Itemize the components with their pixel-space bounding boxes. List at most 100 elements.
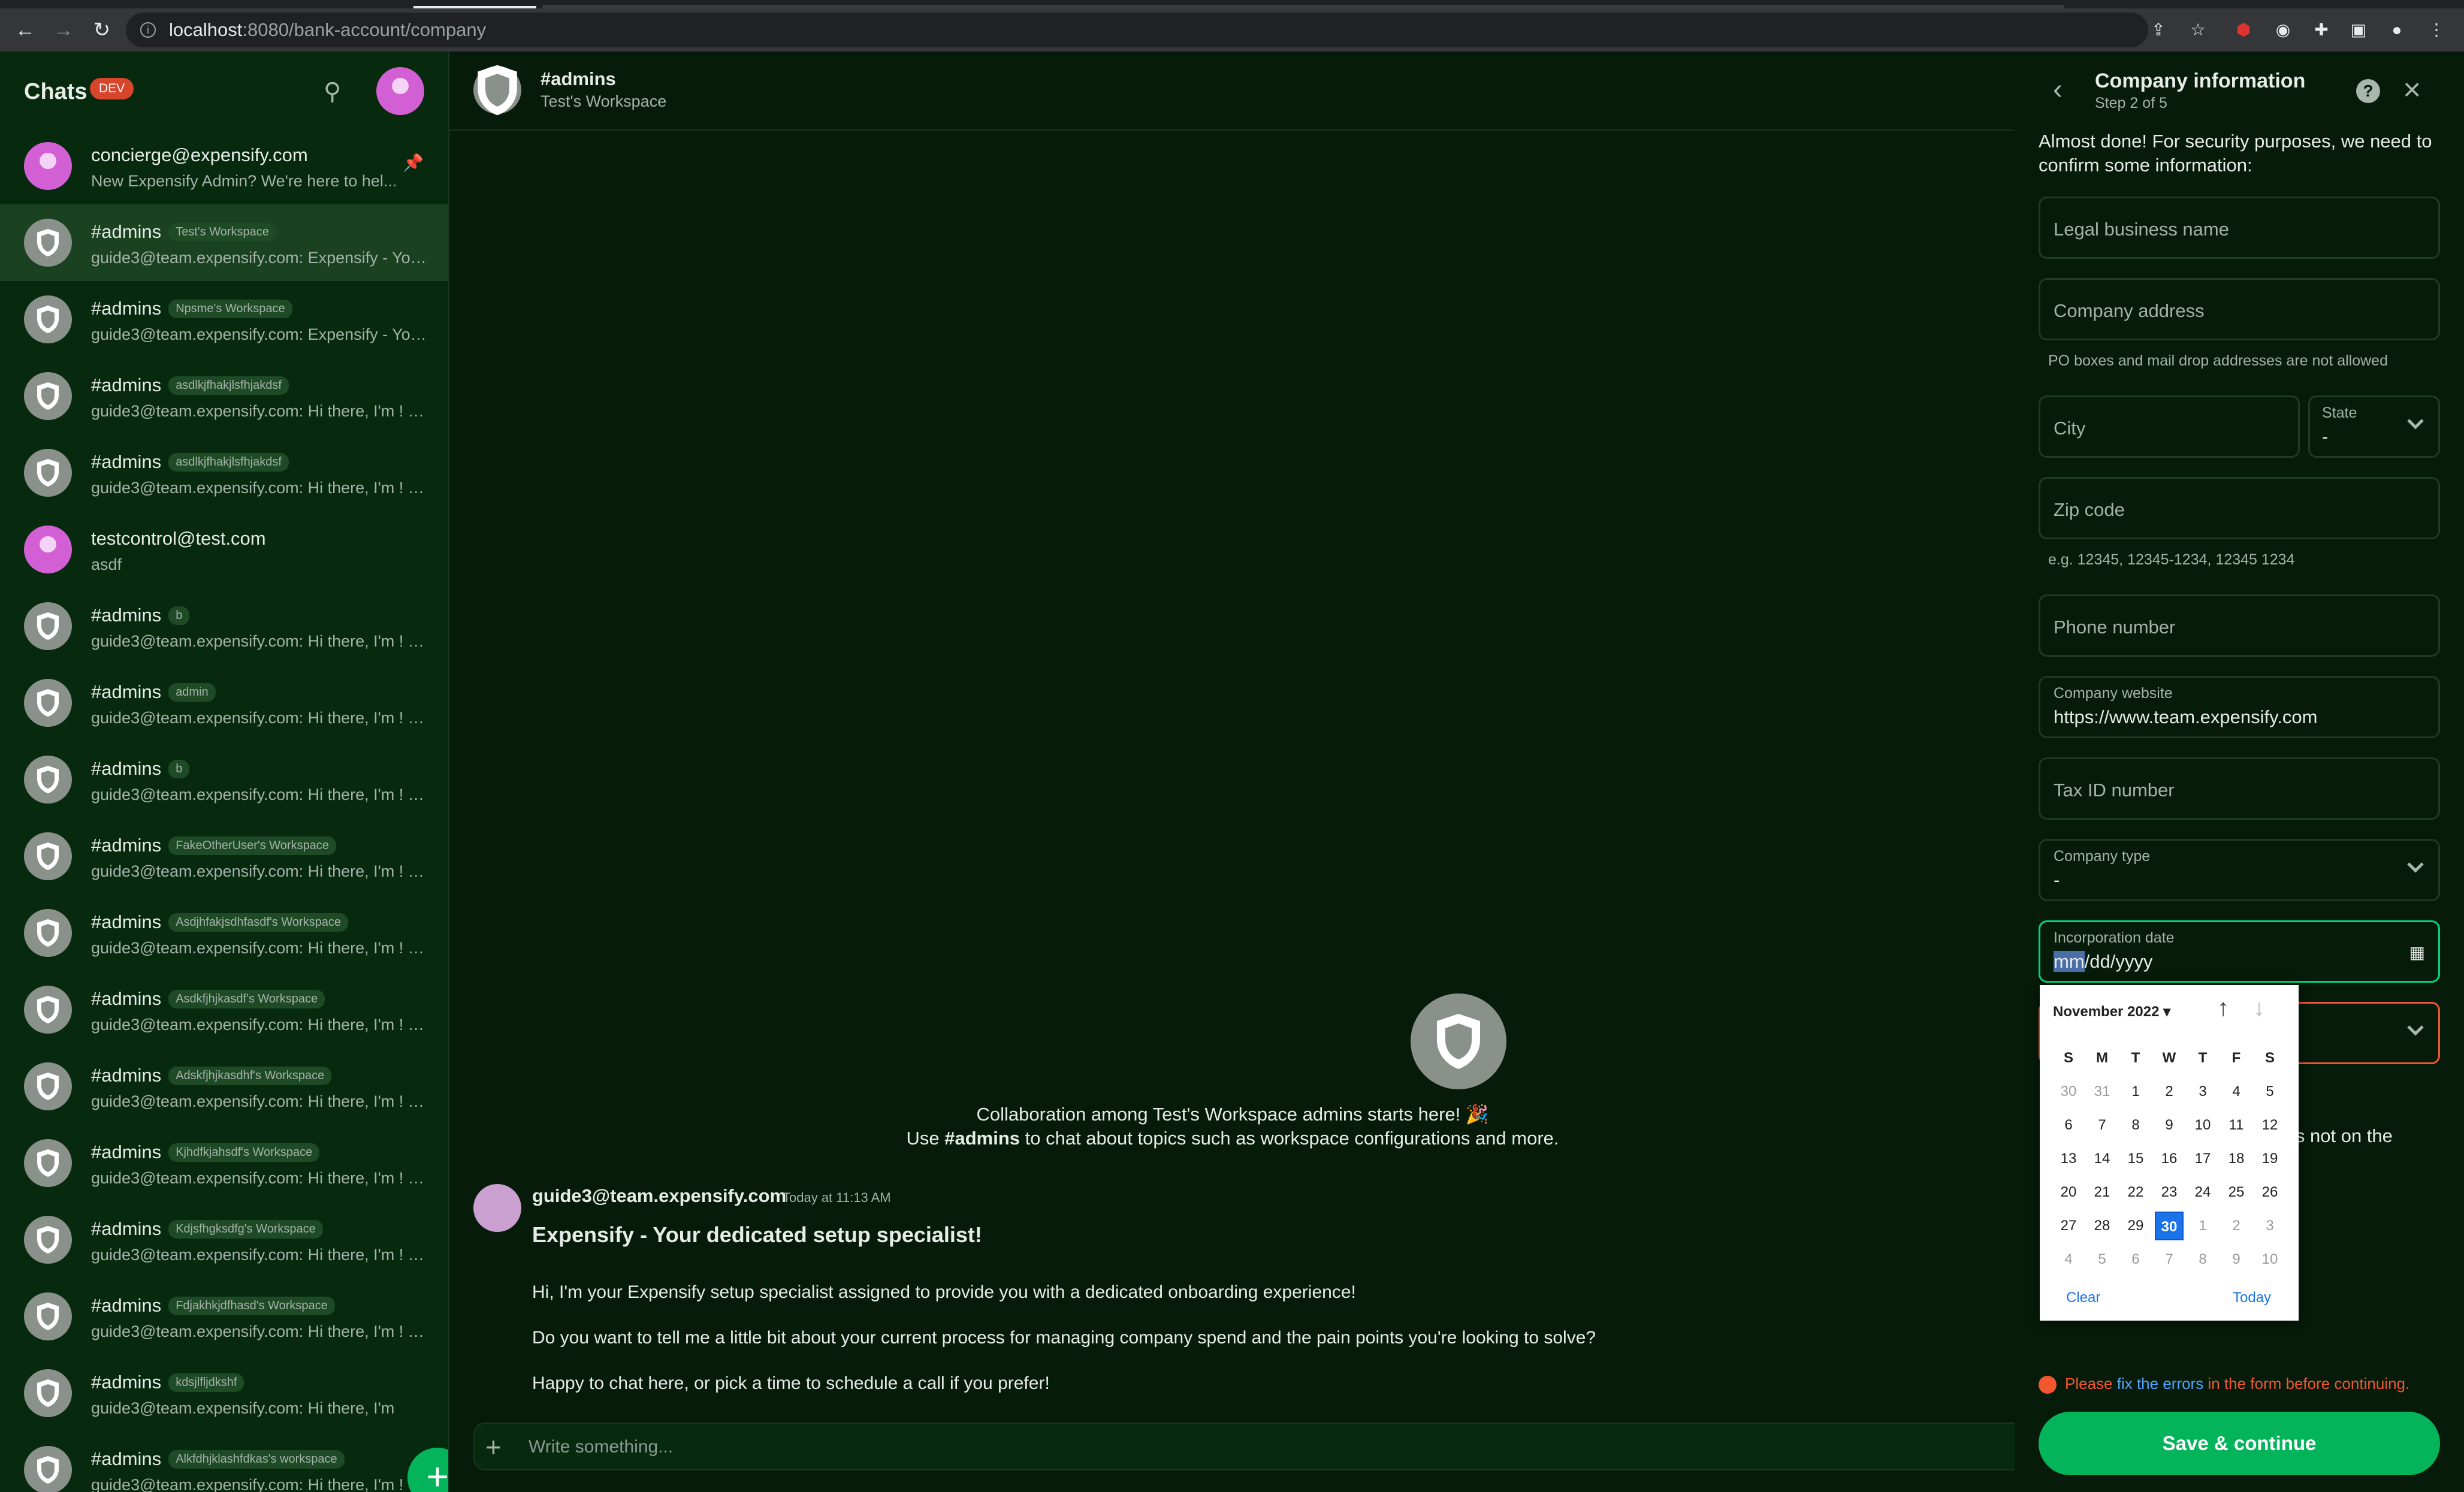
reload-icon[interactable]: ↻ xyxy=(90,18,114,42)
account-avatar[interactable] xyxy=(376,67,424,115)
share-icon[interactable]: ⇪ xyxy=(2146,18,2170,42)
calendar-day[interactable]: 1 xyxy=(2121,1077,2150,1106)
calendar-day[interactable]: 29 xyxy=(2121,1212,2150,1240)
month-year-selector[interactable]: November 2022 ▾ xyxy=(2053,1003,2170,1020)
calendar-day[interactable]: 23 xyxy=(2155,1178,2184,1207)
chat-list-item[interactable]: #admins b guide3@team.expensify.com: Hi th… xyxy=(0,588,448,665)
back-arrow-icon[interactable]: ← xyxy=(13,18,37,42)
room-avatar[interactable] xyxy=(473,65,521,115)
calendar-day[interactable]: 31 xyxy=(2088,1077,2116,1106)
sender-avatar[interactable] xyxy=(473,1184,521,1232)
fix-errors-link[interactable]: fix the errors xyxy=(2117,1375,2204,1393)
browser-menu-icon[interactable]: ⋮ xyxy=(2424,18,2448,42)
chat-list-item[interactable]: #admins kdsjlfljdkshf guide3@team.expensif… xyxy=(0,1355,448,1431)
state-select[interactable]: State - xyxy=(2308,395,2440,458)
calendar-day[interactable]: 19 xyxy=(2255,1144,2284,1173)
company-website-field[interactable]: Company website https://www.team.expensi… xyxy=(2039,676,2440,738)
calendar-day[interactable]: 3 xyxy=(2188,1077,2217,1106)
calendar-day[interactable]: 25 xyxy=(2222,1178,2251,1207)
calendar-day[interactable]: 14 xyxy=(2088,1144,2116,1173)
calendar-day[interactable]: 22 xyxy=(2121,1178,2150,1207)
zip-code-field[interactable]: Zip code xyxy=(2039,477,2440,539)
chat-list-item[interactable]: #admins Adskfjhjkasdhf's Workspace guide3@… xyxy=(0,1048,448,1125)
calendar-day[interactable]: 16 xyxy=(2155,1144,2184,1173)
add-attachment-icon[interactable]: + xyxy=(485,1431,502,1463)
calendar-day[interactable]: 1 xyxy=(2188,1212,2217,1240)
calendar-day[interactable]: 5 xyxy=(2255,1077,2284,1106)
company-address-field[interactable]: Company address xyxy=(2039,278,2440,340)
phone-number-field[interactable]: Phone number xyxy=(2039,594,2440,657)
incorporation-date-value[interactable]: mm/dd/yyyy xyxy=(2054,951,2152,972)
message-sender[interactable]: guide3@team.expensify.com xyxy=(532,1185,786,1207)
chat-list-item[interactable]: #admins Kdjsfhgksdfg's Workspace guide3@te… xyxy=(0,1201,448,1278)
calendar-day[interactable]: 28 xyxy=(2088,1212,2116,1240)
calendar-day[interactable]: 4 xyxy=(2222,1077,2251,1106)
date-rest-segment[interactable]: /dd/yyyy xyxy=(2085,951,2153,972)
calendar-day[interactable]: 2 xyxy=(2155,1077,2184,1106)
calendar-day[interactable]: 5 xyxy=(2088,1245,2116,1274)
next-month-arrow-icon[interactable]: ↓ xyxy=(2253,995,2265,1022)
today-button[interactable]: Today xyxy=(2233,1289,2271,1306)
calendar-day[interactable]: 6 xyxy=(2121,1245,2150,1274)
calendar-day[interactable]: 8 xyxy=(2121,1111,2150,1140)
date-month-segment[interactable]: mm xyxy=(2054,951,2085,972)
chat-list-item[interactable]: concierge@expensify.com New Expensify Adm… xyxy=(0,128,448,204)
chat-title[interactable]: #admins xyxy=(540,68,616,90)
calendar-day[interactable]: 8 xyxy=(2188,1245,2217,1274)
calendar-day[interactable]: 4 xyxy=(2054,1245,2083,1274)
chat-list-item[interactable]: #admins Asdjhfakjsdhfasdf's Workspace guid… xyxy=(0,895,448,971)
calendar-day[interactable]: 13 xyxy=(2054,1144,2083,1173)
back-chevron-icon[interactable]: ‹ xyxy=(2053,73,2063,106)
chat-list-item[interactable]: #admins FakeOtherUser's Workspace guide3@t… xyxy=(0,818,448,895)
chat-list-item[interactable]: #admins Test's Workspace guide3@team.expen… xyxy=(0,204,448,281)
puzzle-extensions-icon[interactable]: ✚ xyxy=(2309,18,2333,42)
calendar-day[interactable]: 3 xyxy=(2255,1212,2284,1240)
chat-list-item[interactable]: testcontrol@test.com asdf xyxy=(0,511,448,588)
calendar-day[interactable]: 30 xyxy=(2054,1077,2083,1106)
address-bar[interactable]: i localhost:8080/bank-account/company xyxy=(126,13,2148,47)
calendar-day[interactable]: 9 xyxy=(2155,1111,2184,1140)
calendar-day[interactable]: 17 xyxy=(2188,1144,2217,1173)
chat-list-item[interactable]: #admins Alkfdhjklashfdkas's workspace guid… xyxy=(0,1431,448,1492)
calendar-day[interactable]: 2 xyxy=(2222,1212,2251,1240)
ublock-extension-icon[interactable]: ⬢ xyxy=(2232,18,2255,42)
calendar-day[interactable]: 15 xyxy=(2121,1144,2150,1173)
calendar-day[interactable]: 24 xyxy=(2188,1178,2217,1207)
calendar-day[interactable]: 11 xyxy=(2222,1111,2251,1140)
extension-icon[interactable]: ◉ xyxy=(2271,18,2295,42)
search-icon[interactable]: ⚲ xyxy=(324,78,341,105)
chat-list-item[interactable]: #admins b guide3@team.expensify.com: Hi th… xyxy=(0,741,448,818)
bookmark-star-icon[interactable]: ☆ xyxy=(2186,18,2210,42)
profile-avatar-icon[interactable]: ● xyxy=(2385,18,2409,42)
chat-list-item[interactable]: #admins Npsme's Workspace guide3@team.expe… xyxy=(0,281,448,358)
calendar-day[interactable]: 27 xyxy=(2054,1212,2083,1240)
city-field[interactable]: City xyxy=(2039,395,2300,458)
calendar-day[interactable]: 30 xyxy=(2155,1212,2184,1240)
side-panel-icon[interactable]: ▣ xyxy=(2347,18,2371,42)
calendar-day[interactable]: 7 xyxy=(2088,1111,2116,1140)
chat-list-item[interactable]: #admins asdlkjfhakjlsfhjakdsf guide3@team.… xyxy=(0,358,448,434)
calendar-icon[interactable]: ▦ xyxy=(2409,943,2425,962)
close-icon[interactable]: × xyxy=(2403,72,2421,108)
calendar-day[interactable]: 10 xyxy=(2255,1245,2284,1274)
calendar-day[interactable]: 9 xyxy=(2222,1245,2251,1274)
legal-business-name-field[interactable]: Legal business name xyxy=(2039,197,2440,259)
calendar-day[interactable]: 7 xyxy=(2155,1245,2184,1274)
incorporation-date-field[interactable]: Incorporation date mm/dd/yyyy ▦ xyxy=(2039,920,2440,983)
previous-month-arrow-icon[interactable]: ↑ xyxy=(2217,995,2229,1022)
chat-list-item[interactable]: #admins Asdkfjhjkasdf's Workspace guide3@t… xyxy=(0,971,448,1048)
save-and-continue-button[interactable]: Save & continue xyxy=(2039,1412,2440,1475)
chat-list-item[interactable]: #admins Fdjakhkjdfhasd's Workspace guide3@… xyxy=(0,1278,448,1355)
calendar-day[interactable]: 21 xyxy=(2088,1178,2116,1207)
chat-list-item[interactable]: #admins Kjhdfkjahsdf's Workspace guide3@te… xyxy=(0,1125,448,1201)
chat-list-item[interactable]: #admins admin guide3@team.expensify.com: H… xyxy=(0,665,448,741)
chat-list-item[interactable]: #admins asdlkjfhakjlsfhjakdsf guide3@team.… xyxy=(0,434,448,511)
calendar-day[interactable]: 6 xyxy=(2054,1111,2083,1140)
tax-id-field[interactable]: Tax ID number xyxy=(2039,757,2440,820)
calendar-day[interactable]: 18 xyxy=(2222,1144,2251,1173)
site-info-icon[interactable]: i xyxy=(140,22,156,38)
help-icon[interactable]: ? xyxy=(2356,79,2380,103)
calendar-day[interactable]: 10 xyxy=(2188,1111,2217,1140)
calendar-day[interactable]: 26 xyxy=(2255,1178,2284,1207)
calendar-day[interactable]: 20 xyxy=(2054,1178,2083,1207)
